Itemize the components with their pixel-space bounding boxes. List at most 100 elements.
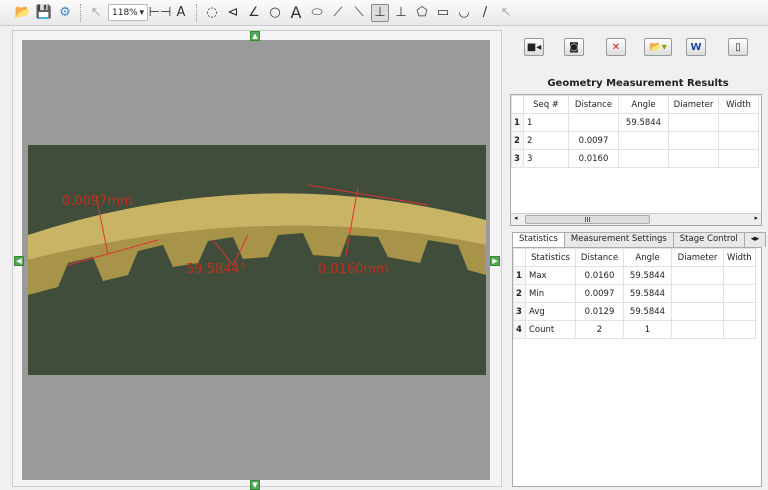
cell-angle[interactable]: 59.5844 xyxy=(623,266,672,285)
pointer-icon[interactable]: ↖ xyxy=(87,4,105,22)
cell-_[interactable] xyxy=(671,266,724,285)
statistics-table[interactable]: Statistics Distance Angle Diameter Width… xyxy=(512,247,762,487)
line-tool-icon[interactable]: / xyxy=(476,4,494,22)
cell-angle[interactable]: 59.5844 xyxy=(623,302,672,321)
distance-label-1: 0.0097mm xyxy=(62,194,133,209)
camera-video-button[interactable]: ■◂ xyxy=(524,38,544,56)
cell-_[interactable] xyxy=(718,131,759,150)
cell-_[interactable] xyxy=(668,149,719,168)
blank-page-button[interactable]: ▯ xyxy=(728,38,748,56)
table-row[interactable]: 2 2 0.0097 xyxy=(511,131,759,150)
save-icon[interactable]: 💾 xyxy=(35,4,53,22)
scale-bar-icon[interactable]: ⊢⊣ xyxy=(149,4,172,22)
col-width[interactable]: Width xyxy=(718,95,759,114)
table-row[interactable]: 4 Count 2 1 xyxy=(513,320,756,339)
col-diameter[interactable]: Diameter xyxy=(671,248,724,267)
ellipse-tool-icon[interactable]: ⬭ xyxy=(308,4,326,22)
results-panel: ■◂ ◙ ✕ 📂▾ W ▯ Geometry Measurement Resul… xyxy=(508,30,768,487)
large-text-icon[interactable]: A xyxy=(287,3,305,22)
cell-distance[interactable] xyxy=(568,113,619,132)
collapse-left-button[interactable]: ◀ xyxy=(14,256,24,266)
collapse-right-button[interactable]: ▶ xyxy=(490,256,500,266)
tab-scroll-arrows[interactable]: ◂▸ xyxy=(743,232,767,247)
col-distance[interactable]: Distance xyxy=(568,95,619,114)
col-angle[interactable]: Angle xyxy=(623,248,672,267)
results-table[interactable]: Seq # Distance Angle Diameter Width 1 1 59… xyxy=(510,94,762,226)
col-statistics[interactable]: Statistics xyxy=(525,248,576,267)
cell-seq[interactable]: 2 xyxy=(523,131,569,150)
cell-angle[interactable]: 1 xyxy=(623,320,672,339)
cell-distance[interactable]: 0.0097 xyxy=(568,131,619,150)
cell-angle[interactable]: 59.5844 xyxy=(618,113,669,132)
cell-angle[interactable] xyxy=(618,131,669,150)
delete-button[interactable]: ✕ xyxy=(606,38,626,56)
cell-_[interactable] xyxy=(671,320,724,339)
three-point-circle-icon[interactable]: ◌ xyxy=(203,4,221,22)
cell-_[interactable] xyxy=(668,131,719,150)
cell-_[interactable] xyxy=(723,284,756,303)
cell-_[interactable] xyxy=(671,302,724,321)
cell-name[interactable]: Avg xyxy=(525,302,576,321)
cell-_[interactable] xyxy=(718,113,759,132)
tab-stage-control[interactable]: Stage Control xyxy=(672,232,745,247)
word-export-button[interactable]: W xyxy=(686,38,706,56)
col-seq[interactable]: Seq # xyxy=(523,95,569,114)
tab-bar: Statistics Measurement Settings Stage Co… xyxy=(512,232,768,247)
diagonal-line-icon[interactable]: ⟍ xyxy=(350,4,368,22)
row-number: 2 xyxy=(513,284,526,303)
cell-_[interactable] xyxy=(671,284,724,303)
line-distance-icon[interactable]: ⟋ xyxy=(329,4,347,22)
table-row[interactable]: 3 3 0.0160 xyxy=(511,149,759,168)
table-row[interactable]: 3 Avg 0.0129 59.5844 xyxy=(513,302,756,321)
cell-angle[interactable] xyxy=(618,149,669,168)
col-width[interactable]: Width xyxy=(723,248,756,267)
scroll-thumb[interactable]: III xyxy=(525,215,650,224)
rectangle-tool-icon[interactable]: ▭ xyxy=(434,4,452,22)
cell-distance[interactable]: 0.0129 xyxy=(575,302,624,321)
cell-name[interactable]: Min xyxy=(525,284,576,303)
cell-_[interactable] xyxy=(723,302,756,321)
cell-name[interactable]: Max xyxy=(525,266,576,285)
table-row[interactable]: 1 1 59.5844 xyxy=(511,113,759,132)
tab-statistics[interactable]: Statistics xyxy=(512,232,565,247)
cell-angle[interactable]: 59.5844 xyxy=(623,284,672,303)
cell-distance[interactable]: 2 xyxy=(575,320,624,339)
cell-distance[interactable]: 0.0160 xyxy=(568,149,619,168)
arc-tool-icon[interactable]: ◡ xyxy=(455,4,473,22)
toolbar: 📂 💾 ⚙ ↖ 118% ▾ ⊢⊣ A ◌ ⊲ ∠ ○ A ⬭ ⟋ ⟍ ⊥ ⊥ ⬠… xyxy=(0,0,768,26)
tab-measurement-settings[interactable]: Measurement Settings xyxy=(563,232,674,247)
cell-_[interactable] xyxy=(668,113,719,132)
point-to-line-distance-icon[interactable]: ⊥ xyxy=(371,3,389,22)
snapshot-button[interactable]: ◙ xyxy=(564,38,584,56)
perpendicular-icon[interactable]: ⊥ xyxy=(392,4,410,22)
cell-distance[interactable]: 0.0160 xyxy=(575,266,624,285)
col-diameter[interactable]: Diameter xyxy=(668,95,719,114)
text-tool-icon[interactable]: A xyxy=(172,4,190,22)
separator xyxy=(80,3,81,22)
circle-tool-icon[interactable]: ○ xyxy=(266,4,284,22)
cell-_[interactable] xyxy=(723,266,756,285)
col-angle[interactable]: Angle xyxy=(618,95,669,114)
cell-seq[interactable]: 1 xyxy=(523,113,569,132)
cell-distance[interactable]: 0.0097 xyxy=(575,284,624,303)
col-distance[interactable]: Distance xyxy=(575,248,624,267)
angle-tool-icon[interactable]: ⊲ xyxy=(224,4,242,22)
polygon-tool-icon[interactable]: ⬠ xyxy=(413,4,431,22)
cell-_[interactable] xyxy=(718,149,759,168)
open-folder-icon[interactable]: 📂 xyxy=(14,4,32,22)
table-row[interactable]: 2 Min 0.0097 59.5844 xyxy=(513,284,756,303)
select-arrow-icon[interactable]: ↖ xyxy=(497,4,515,22)
table-row[interactable]: 1 Max 0.0160 59.5844 xyxy=(513,266,756,285)
cell-_[interactable] xyxy=(723,320,756,339)
cell-seq[interactable]: 3 xyxy=(523,149,569,168)
settings-gear-icon[interactable]: ⚙ xyxy=(56,4,74,22)
row-number: 3 xyxy=(511,149,524,168)
horizontal-scrollbar[interactable]: ◂ III ▸ xyxy=(511,213,761,225)
chevron-down-icon: ▾ xyxy=(139,7,144,18)
zoom-select[interactable]: 118% ▾ xyxy=(108,4,148,21)
cell-name[interactable]: Count xyxy=(525,320,576,339)
collapse-bottom-button[interactable]: ▼ xyxy=(250,480,260,490)
collapse-top-button[interactable]: ▲ xyxy=(250,31,260,41)
export-folder-button[interactable]: 📂▾ xyxy=(644,38,672,56)
angle-lines-icon[interactable]: ∠ xyxy=(245,4,263,22)
